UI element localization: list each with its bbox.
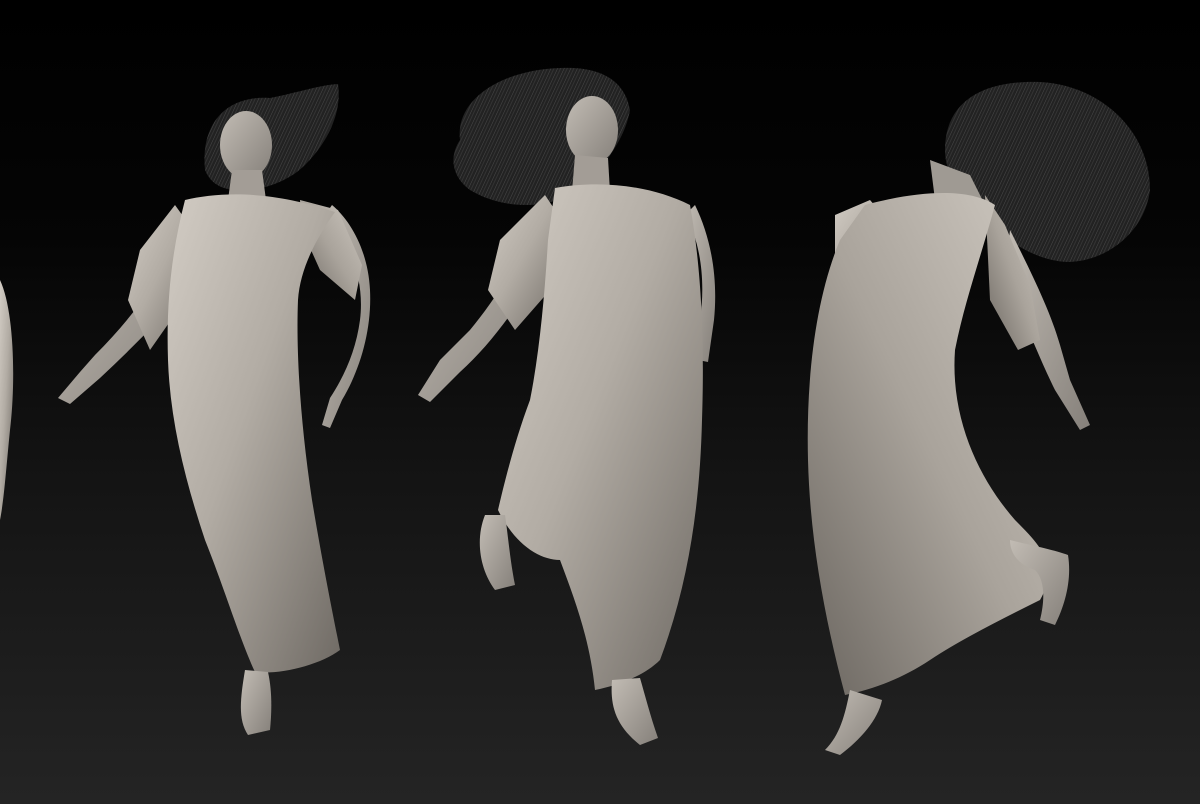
figure-partial-left — [0, 280, 14, 520]
render-canvas — [0, 67, 1150, 755]
figure-2 — [418, 67, 716, 745]
viewport — [0, 0, 1200, 804]
head — [566, 96, 618, 164]
figure-3 — [807, 81, 1150, 755]
figure-1 — [58, 84, 371, 735]
head — [220, 111, 272, 179]
dress — [167, 194, 340, 673]
